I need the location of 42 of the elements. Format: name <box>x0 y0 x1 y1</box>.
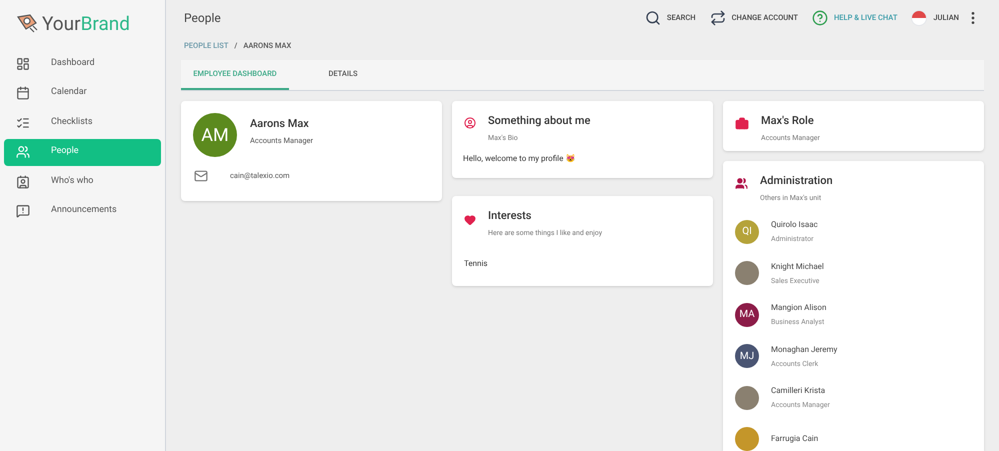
help-icon <box>812 10 828 26</box>
avatar-initials: MA <box>735 302 759 327</box>
avatar-initials: AM <box>193 113 237 157</box>
card-title: Administration <box>760 173 833 189</box>
member-name: Mangion Alison <box>771 302 826 314</box>
people-icon <box>735 177 748 190</box>
page-title: People <box>184 10 221 27</box>
swap-icon <box>710 10 726 26</box>
alert-message-icon <box>16 204 30 218</box>
profile-name: Aarons Max <box>250 116 310 132</box>
card-title: Interests <box>488 208 532 224</box>
photo-placeholder <box>735 261 759 286</box>
people-icon <box>16 145 30 159</box>
sidebar-item[interactable]: Who's who <box>4 168 161 195</box>
member-name: Knight Michael <box>771 260 824 272</box>
avatar-initials: QI <box>735 220 759 244</box>
dashboard-icon <box>16 56 30 70</box>
sidebar-item[interactable]: Checklists <box>4 109 161 136</box>
avatar-initials: MJ <box>735 344 759 368</box>
heart-icon <box>464 214 476 226</box>
email-icon <box>194 169 208 183</box>
card-title: Max's Role <box>761 113 815 129</box>
photo-placeholder <box>735 386 759 410</box>
sidebar-item[interactable]: Announcements <box>4 198 161 224</box>
checklist-icon <box>16 116 30 130</box>
person-icon <box>464 117 476 129</box>
member-name: Camilleri Krista <box>771 385 826 397</box>
rocket-logo-icon <box>16 13 38 33</box>
search-icon <box>644 10 661 26</box>
interest-item: Tennis <box>464 258 489 270</box>
bio-text: Hello, welcome to my profile 😻 <box>463 153 576 165</box>
avatar-icon <box>911 10 928 26</box>
sidebar-item[interactable]: Dashboard <box>4 50 161 77</box>
member-name: Monaghan Jeremy <box>771 344 838 356</box>
card-title: Something about me <box>488 113 590 129</box>
calendar-icon <box>16 86 30 100</box>
brand-name: YourBrand <box>42 14 130 32</box>
member-name: Quirolo Isaac <box>771 219 818 231</box>
sidebar-item[interactable]: Calendar <box>4 80 161 106</box>
id-badge-icon <box>16 174 30 188</box>
member-name: Farrugia Cain <box>771 432 818 444</box>
briefcase-icon <box>735 117 749 131</box>
